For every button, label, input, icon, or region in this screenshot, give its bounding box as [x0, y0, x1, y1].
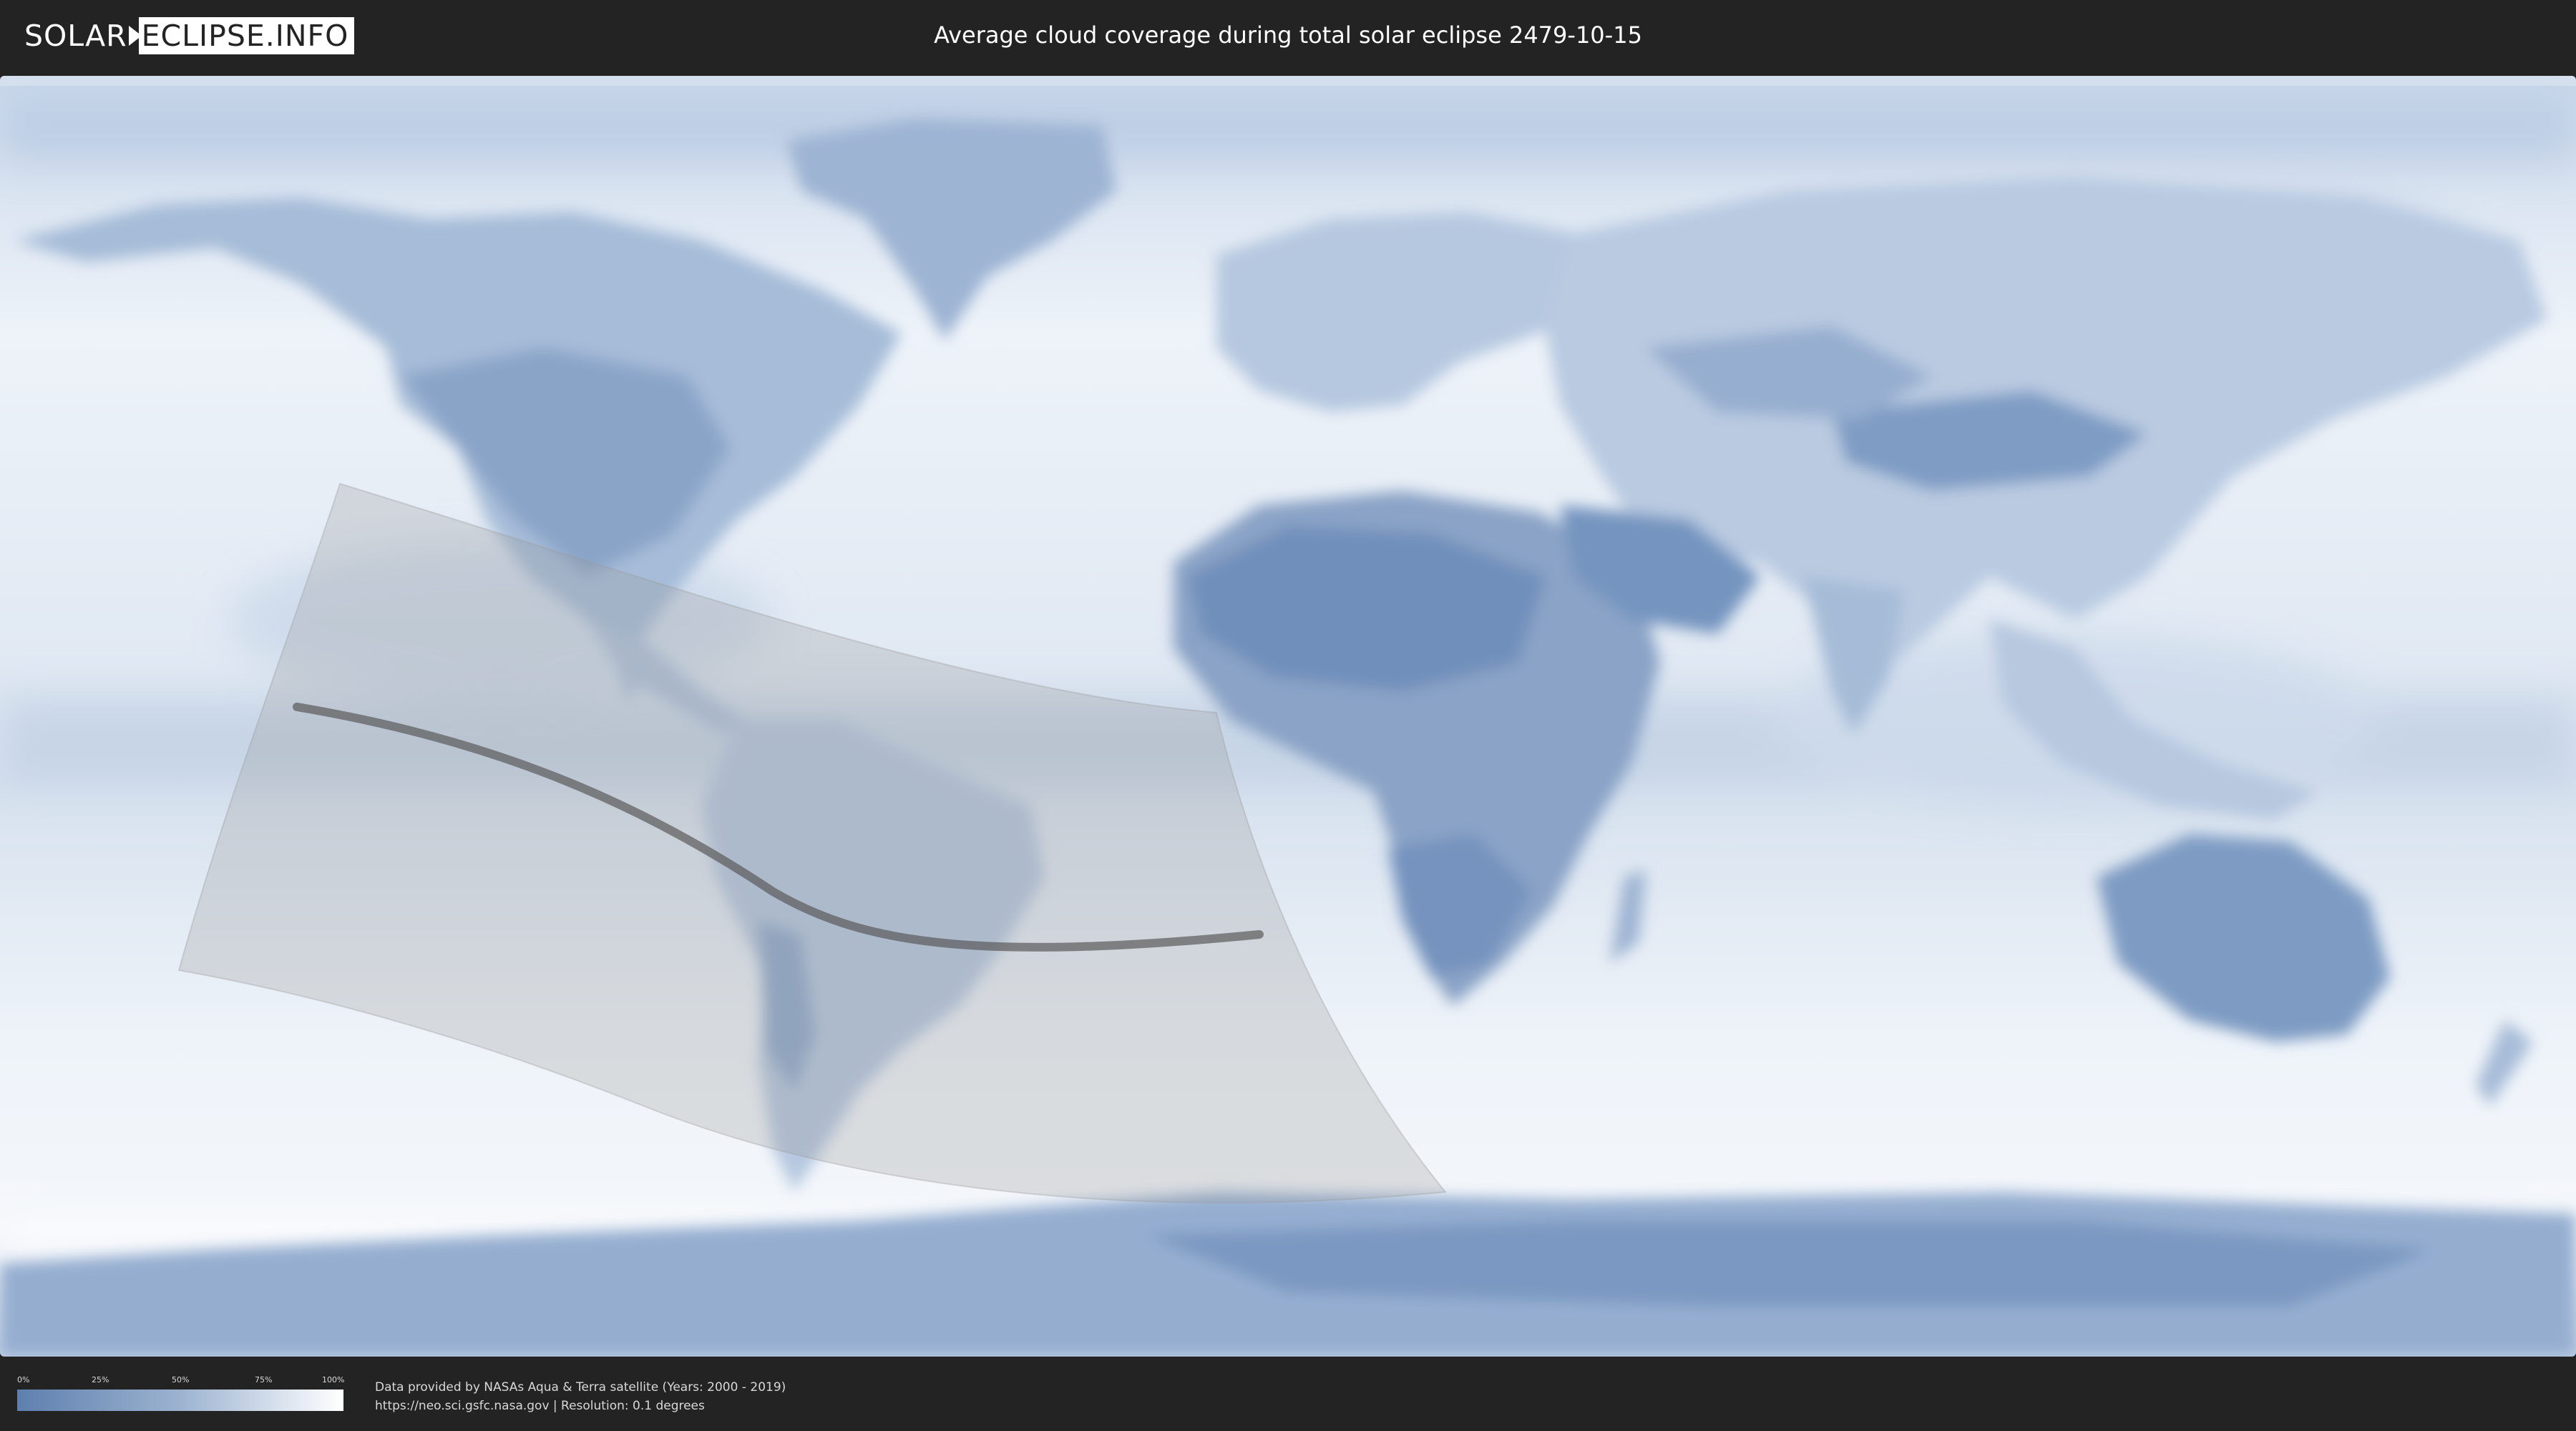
data-credits: Data provided by NASAs Aqua & Terra sate…: [375, 1378, 786, 1415]
credit-line-source: Data provided by NASAs Aqua & Terra sate…: [375, 1380, 786, 1395]
legend-tick-100: 100%: [322, 1375, 345, 1384]
credit-line-url[interactable]: https://neo.sci.gsfc.nasa.gov | Resoluti…: [375, 1397, 786, 1415]
cloud-coverage-map[interactable]: [0, 76, 2576, 1357]
page-title: Average cloud coverage during total sola…: [934, 21, 1642, 49]
legend-tick-0: 0%: [17, 1375, 30, 1384]
map-canvas: [0, 76, 2576, 1357]
legend-tick-25: 25%: [92, 1375, 109, 1384]
legend-tick-50: 50%: [172, 1375, 190, 1384]
legend-ticks: 0% 25% 50% 75% 100%: [17, 1375, 345, 1387]
legend-tick-75: 75%: [255, 1375, 273, 1384]
page: SOLAR ECLIPSE.INFO Average cloud coverag…: [0, 0, 2576, 1431]
legend-gradient-bar: [17, 1390, 343, 1411]
map-top-edge: [0, 76, 2576, 86]
cloud-coverage-legend: 0% 25% 50% 75% 100%: [17, 1375, 345, 1411]
header-bar: SOLAR ECLIPSE.INFO Average cloud coverag…: [0, 0, 2576, 72]
